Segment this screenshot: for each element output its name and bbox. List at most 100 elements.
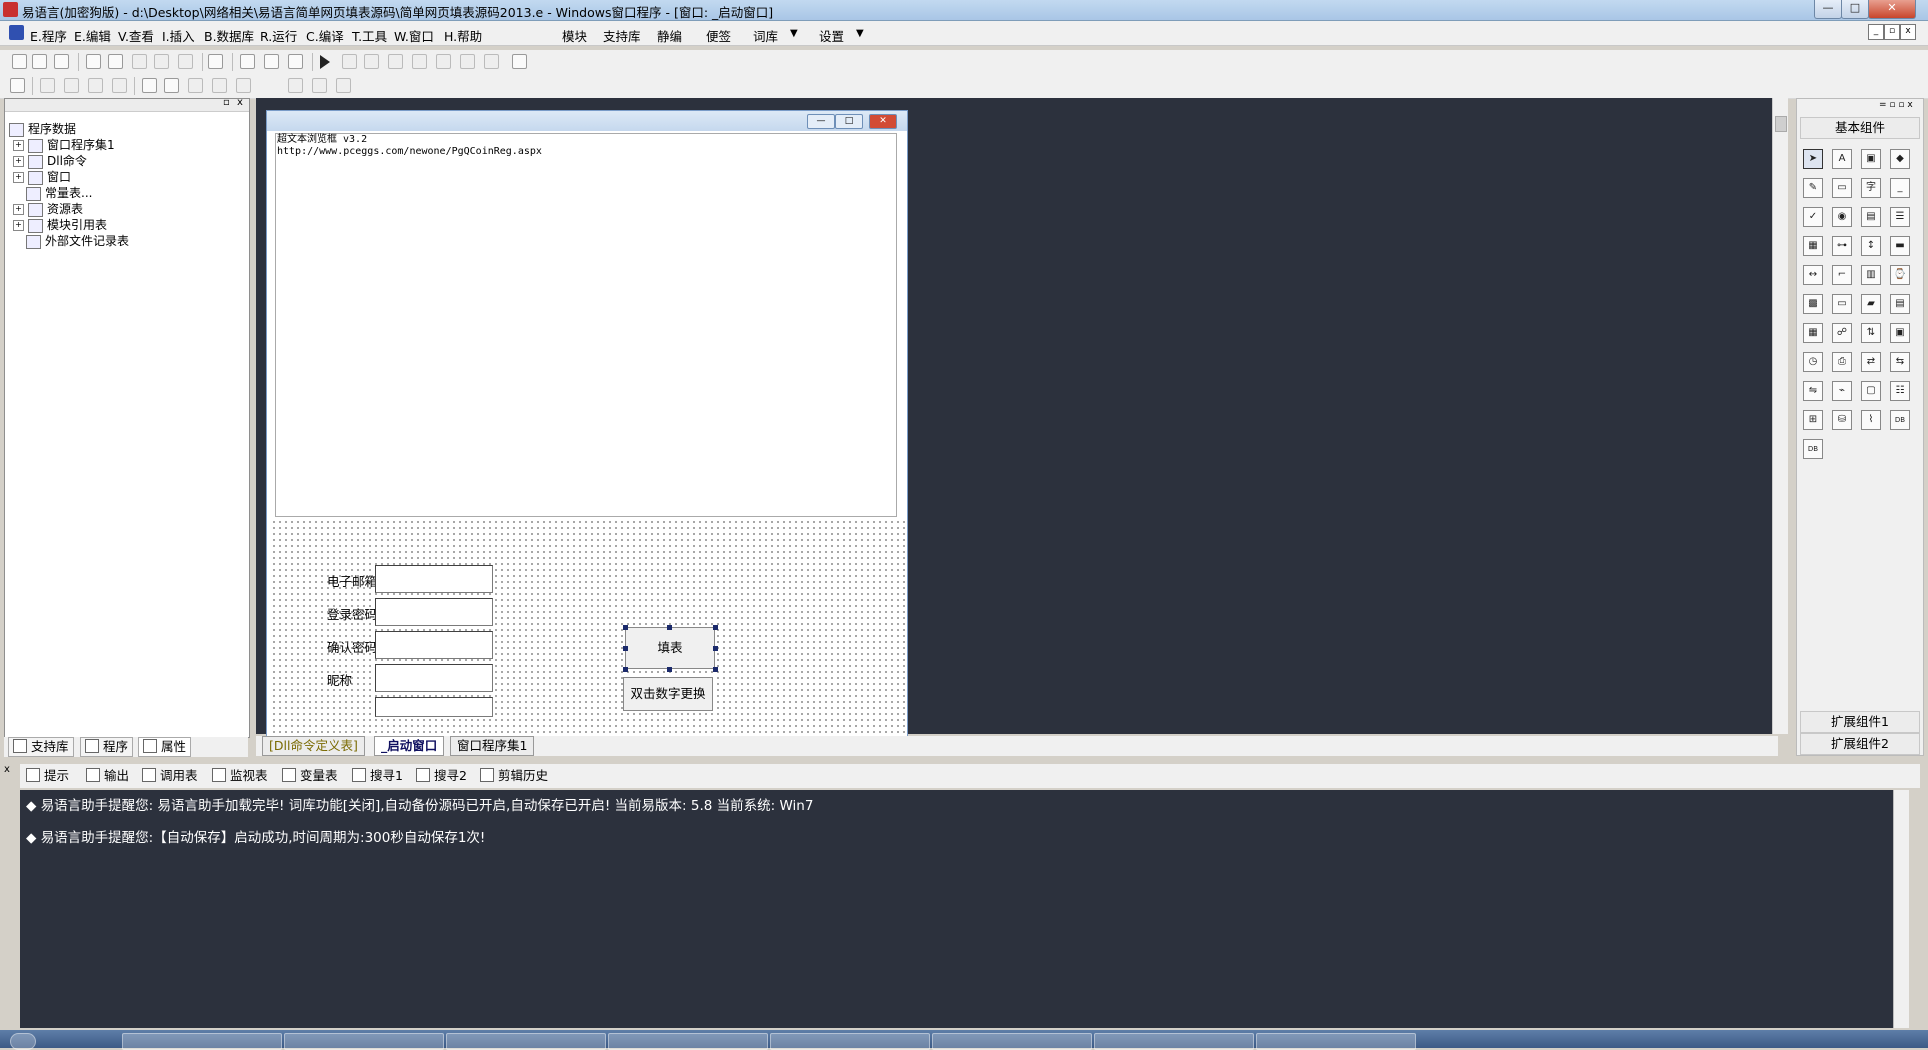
tab-program[interactable]: 程序 xyxy=(80,737,134,757)
selection-handle[interactable] xyxy=(713,625,718,630)
center-horizontal-icon[interactable] xyxy=(142,78,157,93)
tab-variables[interactable]: 变量表 xyxy=(282,767,338,785)
maximize-button[interactable]: □ xyxy=(1841,0,1869,19)
server-tool-icon[interactable]: ⇆ xyxy=(1890,352,1910,372)
calendar-tool-icon[interactable]: ▩ xyxy=(1803,294,1823,314)
tab-window-assembly[interactable]: 窗口程序集1 xyxy=(450,736,535,756)
stop-icon[interactable] xyxy=(342,54,357,69)
start-orb-icon[interactable] xyxy=(10,1033,36,1050)
mdi-close-icon[interactable]: x xyxy=(1900,24,1916,40)
output-console[interactable]: ◆ 易语言助手提醒您: 易语言助手加载完毕! 词库功能[关闭],自动备份源码已开… xyxy=(20,790,1893,1028)
swap-digits-button[interactable]: 双击数字更换 xyxy=(623,677,713,711)
pointer-tool-icon[interactable]: ➤ xyxy=(1803,149,1823,169)
basic-components-header[interactable]: 基本组件 xyxy=(1800,117,1920,139)
menu-compile[interactable]: C.编译 xyxy=(306,26,344,45)
grid-tool-icon[interactable]: ▦ xyxy=(1803,323,1823,343)
spin-tool-icon[interactable]: ⇅ xyxy=(1861,323,1881,343)
selection-handle[interactable] xyxy=(623,646,628,651)
menu-window[interactable]: W.窗口 xyxy=(394,26,434,45)
edit-box-tool-icon[interactable]: ✎ xyxy=(1803,178,1823,198)
menu-help[interactable]: H.帮助 xyxy=(444,26,482,45)
panel-controls-icon[interactable]: = ▫ ▫ x xyxy=(1879,100,1913,110)
tab-output[interactable]: 输出 xyxy=(86,767,129,785)
grid-icon[interactable] xyxy=(10,78,25,93)
mdi-restore-icon[interactable]: ▫ xyxy=(1884,24,1900,40)
label-confirm-password[interactable]: 确认密码 xyxy=(327,637,377,656)
run-icon[interactable] xyxy=(320,55,330,69)
form-tool-icon[interactable]: ▢ xyxy=(1861,381,1881,401)
odbc-tool-icon[interactable]: DB xyxy=(1890,410,1910,430)
tree-item-window-assembly[interactable]: + 窗口程序集1 xyxy=(13,137,115,153)
progress-tool-icon[interactable]: ▬ xyxy=(1890,236,1910,256)
undo-icon[interactable] xyxy=(154,54,169,69)
status-bar-tool-icon[interactable]: ▭ xyxy=(1832,294,1852,314)
menu-tool-icon[interactable]: ☷ xyxy=(1890,381,1910,401)
tree-item-external-files[interactable]: 外部文件记录表 xyxy=(26,233,129,249)
menu-static-compile[interactable]: 静编 xyxy=(657,26,682,45)
fill-form-button[interactable]: 填表 xyxy=(625,627,715,669)
checkbox-tool-icon[interactable]: ✓ xyxy=(1803,207,1823,227)
label-tool-icon[interactable]: A xyxy=(1832,149,1852,169)
menu-view[interactable]: V.查看 xyxy=(118,26,154,45)
line-tool-icon[interactable]: _ xyxy=(1890,178,1910,198)
selection-handle[interactable] xyxy=(623,625,628,630)
odbc-provider-tool-icon[interactable]: DB xyxy=(1803,439,1823,459)
open-file-icon[interactable] xyxy=(32,54,47,69)
tab-watch[interactable]: 监视表 xyxy=(212,767,268,785)
selection-handle[interactable] xyxy=(713,667,718,672)
size-to-grid-icon[interactable] xyxy=(336,78,351,93)
slider-tool-icon[interactable]: ⊶ xyxy=(1832,236,1852,256)
form-window[interactable]: — □ ✕ 超文本浏览框 v3.2 http://www.pceggs.com/… xyxy=(266,110,908,737)
same-size-icon[interactable] xyxy=(312,78,327,93)
label-nickname[interactable]: 昵称 xyxy=(327,670,352,689)
taskbar-item[interactable] xyxy=(446,1033,606,1050)
client-tool-icon[interactable]: ⇄ xyxy=(1861,352,1881,372)
cut-icon[interactable] xyxy=(86,54,101,69)
tab-dll-definitions[interactable]: [Dll命令定义表] xyxy=(262,736,365,756)
align-left-icon[interactable] xyxy=(40,78,55,93)
selection-handle[interactable] xyxy=(623,667,628,672)
dialog-tool-icon[interactable]: ▣ xyxy=(1890,323,1910,343)
tab-support-lib[interactable]: 支持库 xyxy=(8,737,74,757)
list-box-tool-icon[interactable]: ☰ xyxy=(1890,207,1910,227)
taskbar-item[interactable] xyxy=(608,1033,768,1050)
save-icon[interactable] xyxy=(54,54,69,69)
layout-output-icon[interactable] xyxy=(264,54,279,69)
taskbar-item[interactable] xyxy=(932,1033,1092,1050)
selection-handle[interactable] xyxy=(667,625,672,630)
printer-tool-icon[interactable]: ⎙ xyxy=(1832,352,1852,372)
tab-hints[interactable]: 提示 xyxy=(26,767,69,785)
settings-dropdown-arrow[interactable]: ▼ xyxy=(856,28,864,39)
redo-icon[interactable] xyxy=(178,54,193,69)
menu-module[interactable]: 模块 xyxy=(562,26,587,45)
hand-icon[interactable] xyxy=(484,54,499,69)
chart-tool-icon[interactable]: ⌇ xyxy=(1861,410,1881,430)
text-tool-icon[interactable]: 字 xyxy=(1861,178,1881,198)
center-vertical-icon[interactable] xyxy=(164,78,179,93)
clock-tool-icon[interactable]: ◷ xyxy=(1803,352,1823,372)
close-button[interactable]: ✕ xyxy=(1868,0,1916,19)
tree-item-resources[interactable]: + 资源表 xyxy=(13,201,83,217)
scroll-thumb[interactable] xyxy=(1775,116,1787,132)
find-icon[interactable] xyxy=(208,54,223,69)
tree-item-constants[interactable]: 常量表... xyxy=(26,185,92,201)
layout-both-icon[interactable] xyxy=(288,54,303,69)
menu-insert[interactable]: I.插入 xyxy=(162,26,195,45)
taskbar-item[interactable] xyxy=(1094,1033,1254,1050)
radio-tool-icon[interactable]: ◉ xyxy=(1832,207,1852,227)
email-input[interactable] xyxy=(375,565,493,593)
menu-program[interactable]: E.程序 xyxy=(30,26,67,45)
same-height-icon[interactable] xyxy=(236,78,251,93)
tab-search1[interactable]: 搜寻1 xyxy=(352,767,403,785)
taskbar-item[interactable] xyxy=(770,1033,930,1050)
tab-call-stack[interactable]: 调用表 xyxy=(142,767,198,785)
table-tool-icon[interactable]: ▦ xyxy=(1803,236,1823,256)
menu-database[interactable]: B.数据库 xyxy=(204,26,254,45)
menu-support-lib[interactable]: 支持库 xyxy=(603,26,641,45)
menu-lexicon[interactable]: 词库 xyxy=(753,26,778,45)
menu-tools[interactable]: T.工具 xyxy=(352,26,387,45)
menu-notes[interactable]: 便签 xyxy=(706,26,731,45)
serial-tool-icon[interactable]: ⌁ xyxy=(1832,381,1852,401)
same-width-icon[interactable] xyxy=(288,78,303,93)
panel-close-icon[interactable]: x xyxy=(237,97,243,108)
